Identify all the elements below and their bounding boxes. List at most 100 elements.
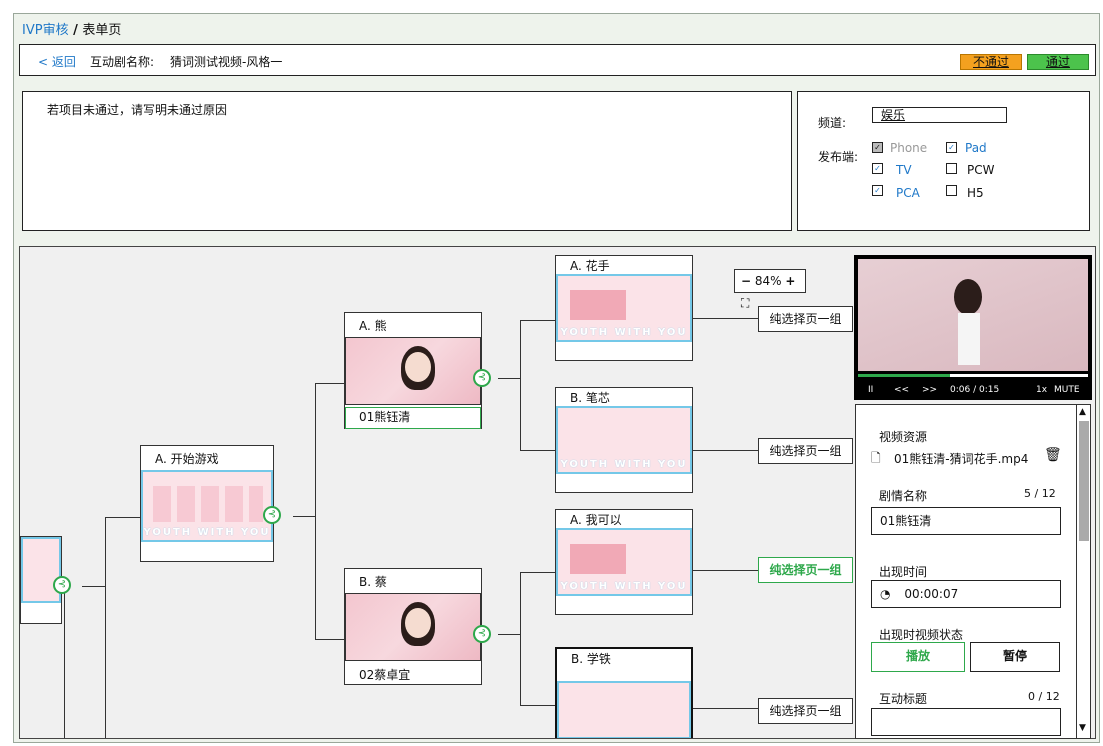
progress-fill <box>858 374 950 377</box>
pad-label: Pad <box>965 141 987 155</box>
thumb-watermark: YOUTH WITH YOU <box>560 459 688 470</box>
branch-icon[interactable]: ⊰ <box>473 369 491 387</box>
connector <box>693 570 758 571</box>
trash-icon[interactable]: 🗑 <box>1044 447 1062 463</box>
connector <box>520 450 555 451</box>
drama-name-value: 猜词测试视频-风格一 <box>170 55 283 69</box>
connector <box>520 320 555 321</box>
connector <box>64 586 65 738</box>
node-thumbnail <box>557 681 691 738</box>
plot-name-count: 5 / 12 <box>1024 487 1056 500</box>
connector <box>315 383 345 384</box>
h5-label: H5 <box>967 186 984 200</box>
node-thumbnail: YOUTH WITH YOU <box>556 274 692 342</box>
node-thumbnail <box>345 593 481 661</box>
pcw-checkbox[interactable] <box>946 163 957 174</box>
connector <box>520 705 555 706</box>
approve-button[interactable]: 通过 <box>1027 54 1089 70</box>
node-card-huashou[interactable]: A. 花手 YOUTH WITH YOU <box>555 255 693 361</box>
node-card-cai[interactable]: B. 蔡 02蔡卓宜 <box>344 568 482 685</box>
fit-screen-icon[interactable]: ⛶ <box>741 296 749 310</box>
time-display: 0:06 / 0:15 <box>950 385 1000 395</box>
reject-reason-textarea[interactable]: 若项目未通过，请写明未通过原因 <box>22 91 792 231</box>
connector <box>82 586 105 587</box>
node-caption: 01熊钰清 <box>345 407 481 429</box>
thumb-watermark: YOUTH WITH YOU <box>560 327 688 338</box>
channel-select[interactable]: 娱乐 <box>872 107 1007 123</box>
channel-panel: 频道: 娱乐 发布端: ✓ Phone ✓ Pad ✓ TV PCW ✓ PCA… <box>797 91 1090 231</box>
branch-icon[interactable]: ⊰ <box>263 506 281 524</box>
appear-time-input[interactable]: ◔ 00:00:07 <box>871 580 1061 608</box>
pad-checkbox[interactable]: ✓ <box>946 142 957 153</box>
video-player[interactable]: II << >> 0:06 / 0:15 1x MUTE <box>854 255 1092 400</box>
pcw-label: PCW <box>967 163 995 177</box>
branch-icon[interactable]: ⊰ <box>53 576 71 594</box>
breadcrumb: IVP审核 / 表单页 <box>22 19 121 38</box>
appear-time-value: 00:00:07 <box>904 587 959 601</box>
connector <box>520 572 521 705</box>
appear-time-label: 出现时间 <box>879 565 928 579</box>
node-title: B. 笔芯 <box>570 389 610 406</box>
tv-checkbox[interactable]: ✓ <box>872 163 883 174</box>
interaction-title-input[interactable] <box>871 708 1061 736</box>
video-state-label: 出现时视频状态 <box>879 628 964 642</box>
node-title: B. 蔡 <box>359 573 387 590</box>
node-card-bear[interactable]: A. 熊 01熊钰清 <box>344 312 482 429</box>
connector <box>693 450 758 451</box>
progress-track[interactable] <box>858 374 1088 377</box>
node-title: A. 开始游戏 <box>155 450 219 467</box>
zoom-control: − 84% + ⛶ <box>734 269 806 310</box>
choice-group-box[interactable]: 纯选择页一组 <box>758 438 853 464</box>
connector <box>693 318 758 319</box>
scroll-up-icon[interactable]: ▲ <box>1079 407 1086 417</box>
node-card-wokeyi[interactable]: A. 我可以 YOUTH WITH YOU <box>555 509 693 615</box>
pca-checkbox[interactable]: ✓ <box>872 185 883 196</box>
reject-button[interactable]: 不通过 <box>960 54 1022 70</box>
connector <box>520 320 521 450</box>
branch-icon[interactable]: ⊰ <box>473 625 491 643</box>
video-file-name: 01熊钰清-猜词花手.mp4 <box>894 452 1029 466</box>
scrollbar[interactable]: ▲ ▼ <box>1076 405 1090 738</box>
tv-label: TV <box>896 163 912 177</box>
node-thumbnail: YOUTH WITH YOU <box>556 528 692 596</box>
connector <box>693 708 758 709</box>
forward-button[interactable]: >> <box>922 385 937 395</box>
zoom-value: 84% <box>754 274 782 288</box>
connector <box>315 639 345 640</box>
clock-icon: ◔ <box>880 587 891 601</box>
scroll-down-icon[interactable]: ▼ <box>1079 723 1086 733</box>
h5-checkbox[interactable] <box>946 185 957 196</box>
node-title: A. 熊 <box>359 317 387 334</box>
node-caption: 02蔡卓宜 <box>359 668 411 682</box>
video-resource-label: 视频资源 <box>879 430 928 444</box>
node-title: A. 花手 <box>570 257 610 274</box>
pause-button[interactable]: II <box>868 385 873 395</box>
zoom-in-button[interactable]: + <box>785 274 795 288</box>
node-thumbnail <box>345 337 481 405</box>
zoom-out-button[interactable]: − <box>741 274 751 288</box>
node-card-start[interactable]: A. 开始游戏 YOUTH WITH YOU <box>140 445 274 562</box>
phone-checkbox[interactable]: ✓ <box>872 142 883 153</box>
node-card-xuetie[interactable]: B. 学铁 <box>555 647 693 738</box>
choice-group-box[interactable]: 纯选择页一组 <box>758 698 853 724</box>
pca-label: PCA <box>896 186 920 200</box>
speed-button[interactable]: 1x <box>1036 385 1047 395</box>
breadcrumb-current: 表单页 <box>82 23 122 38</box>
scroll-thumb[interactable] <box>1079 421 1089 541</box>
connector <box>105 517 106 738</box>
mute-button[interactable]: MUTE <box>1054 385 1080 395</box>
node-title: B. 学铁 <box>571 650 611 667</box>
plot-name-input[interactable]: 01熊钰清 <box>871 507 1061 535</box>
rewind-button[interactable]: << <box>894 385 909 395</box>
breadcrumb-separator: / <box>68 23 83 38</box>
node-card-bixin[interactable]: B. 笔芯 YOUTH WITH YOU <box>555 387 693 493</box>
choice-group-box-selected[interactable]: 纯选择页一组 <box>758 557 853 583</box>
node-title: A. 我可以 <box>570 511 622 528</box>
face-image <box>405 608 431 638</box>
pause-option-button[interactable]: 暂停 <box>970 642 1060 672</box>
back-link[interactable]: < 返回 <box>38 53 76 70</box>
breadcrumb-root-link[interactable]: IVP审核 <box>22 23 69 38</box>
play-option-button[interactable]: 播放 <box>871 642 965 672</box>
choice-group-box[interactable]: 纯选择页一组 <box>758 306 853 332</box>
platform-label: 发布端: <box>818 150 859 164</box>
